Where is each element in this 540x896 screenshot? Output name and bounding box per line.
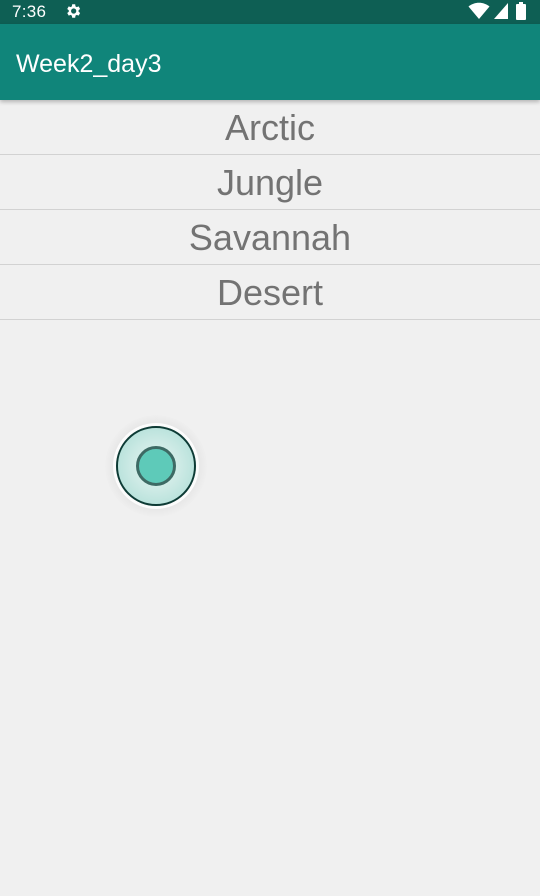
battery-icon [516, 2, 526, 20]
status-icons [468, 2, 526, 20]
status-time: 7:36 [12, 2, 47, 21]
touch-indicator-center [136, 446, 176, 486]
cell-signal-icon [493, 2, 509, 20]
app-bar: Week2_day3 [0, 24, 540, 100]
list-item-desert[interactable]: Desert [0, 265, 540, 320]
gear-icon [64, 2, 82, 20]
wifi-icon [468, 2, 490, 20]
list-item-savannah[interactable]: Savannah [0, 210, 540, 265]
app-title: Week2_day3 [16, 50, 162, 78]
biome-list: Arctic Jungle Savannah Desert [0, 100, 540, 320]
list-item-jungle[interactable]: Jungle [0, 155, 540, 210]
list-item-arctic[interactable]: Arctic [0, 100, 540, 155]
status-bar: 7:36 [0, 0, 540, 24]
